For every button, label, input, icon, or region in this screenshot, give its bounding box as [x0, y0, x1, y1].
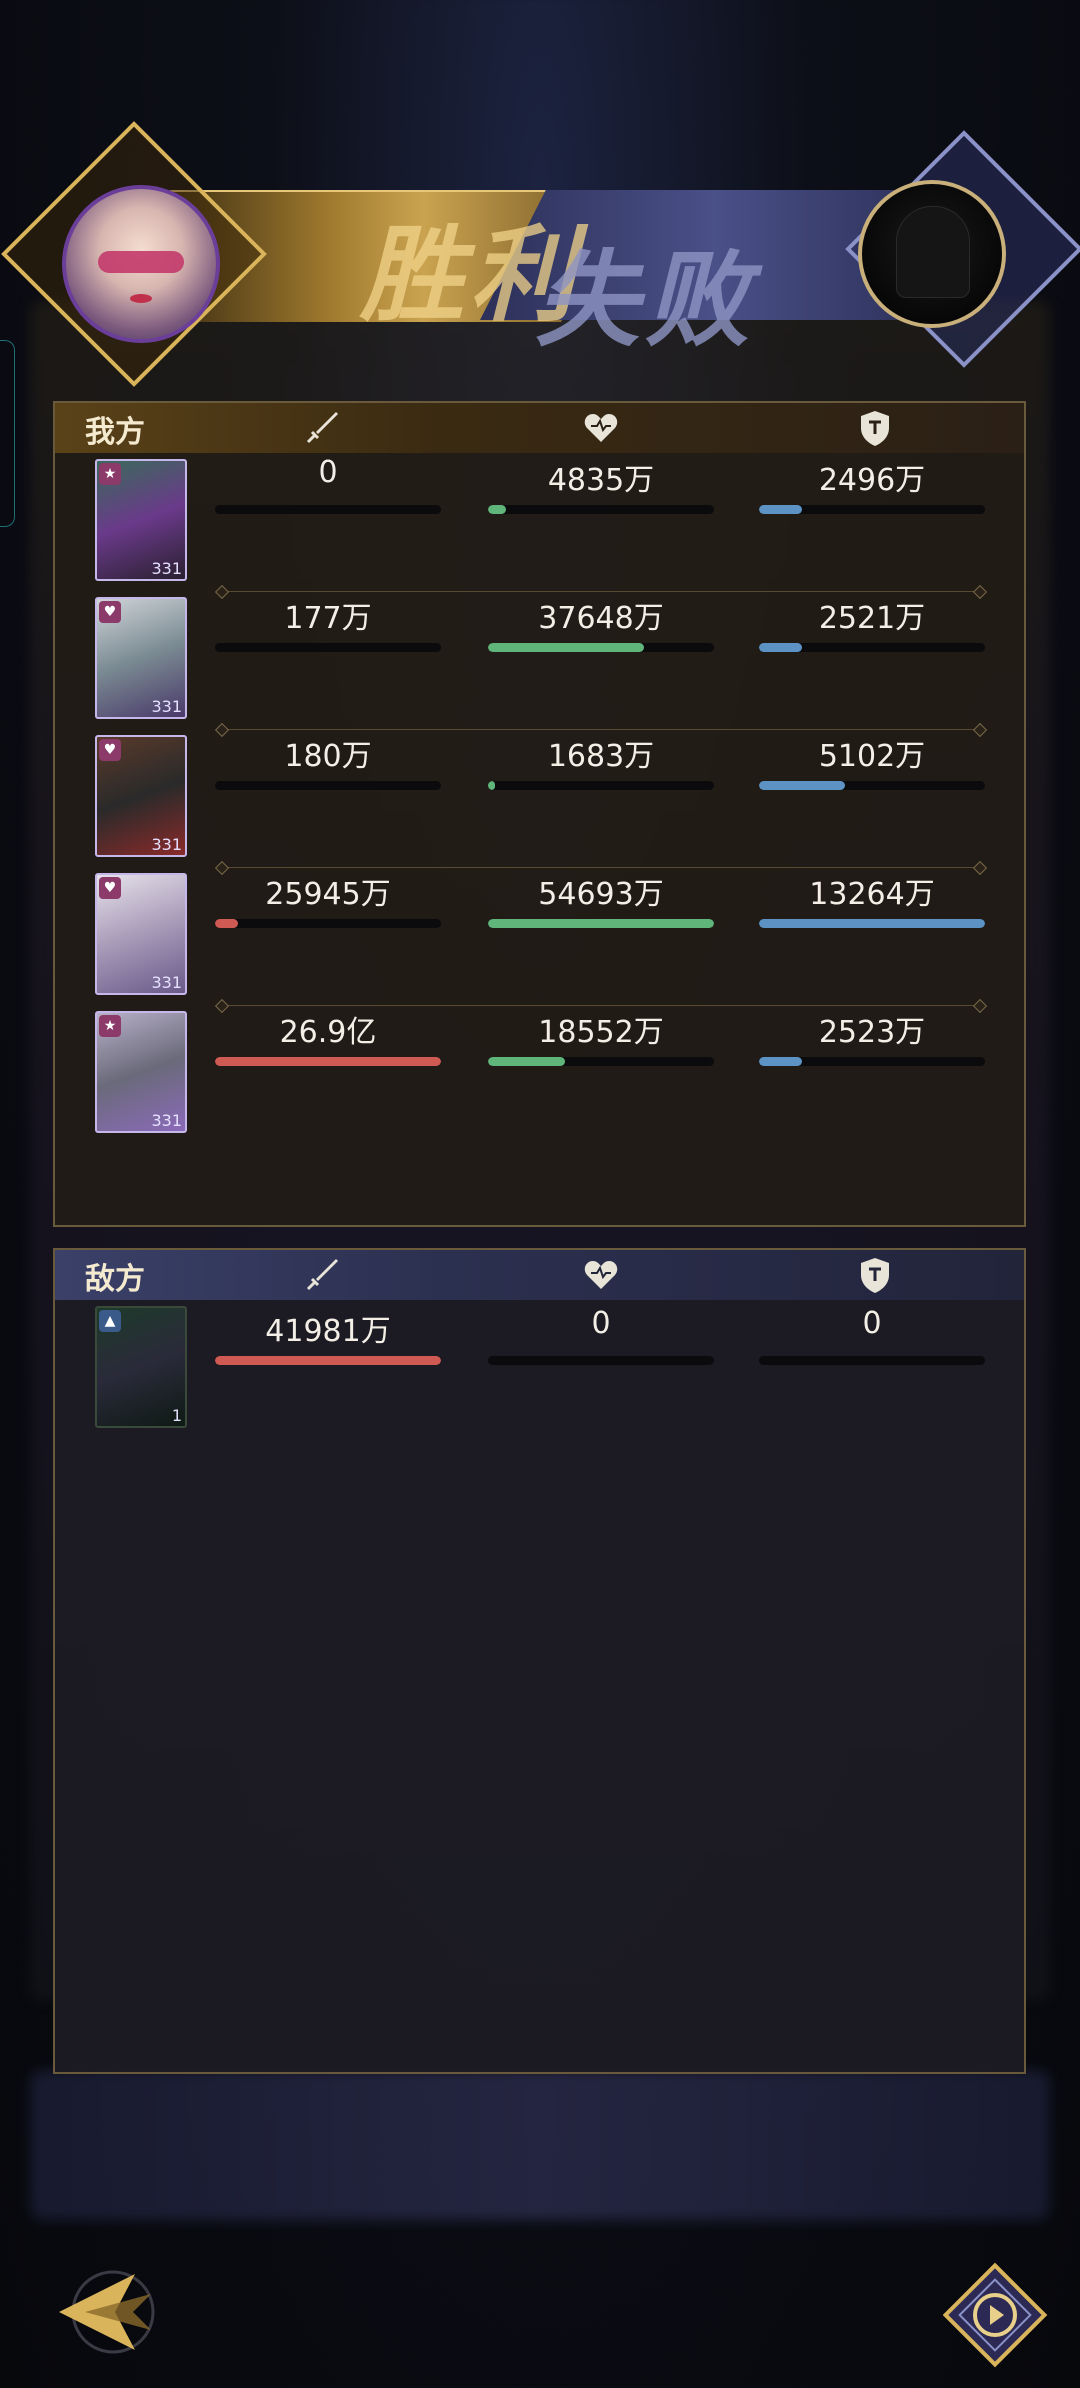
heart-icon [584, 414, 618, 442]
defense-value: 13264万 [809, 877, 935, 912]
health-bar [488, 1356, 714, 1365]
defeat-text: 失败 [535, 238, 756, 361]
health-bar [488, 1057, 714, 1066]
bar-fill [488, 781, 495, 790]
health-value: 4835万 [547, 463, 655, 498]
defense-bar [759, 919, 985, 928]
rank-icon: ▲ [99, 1310, 121, 1332]
ally-stats-panel: 我方 ★ 331 0 4835万 2496万 ♥ 331 177万 37648万… [53, 401, 1026, 1227]
star-icon: ★ [99, 1015, 121, 1037]
hero-level: 331 [151, 559, 182, 578]
defense-value: 2521万 [818, 601, 926, 636]
attack-value: 177万 [284, 601, 372, 636]
enemy-row[interactable]: ▲ 1 41981万 0 0 [55, 1302, 1024, 1432]
health-bar [488, 505, 714, 514]
ally-title: 我方 [85, 415, 145, 450]
heart-badge-icon: ♥ [99, 739, 121, 761]
hero-card[interactable]: ★ 331 [95, 1011, 187, 1133]
hero-card[interactable]: ★ 331 [95, 459, 187, 581]
replay-icon[interactable] [940, 2260, 1050, 2370]
result-banner: 胜利 失败 [1, 121, 1080, 387]
enemy-level: 1 [171, 1406, 182, 1425]
defense-bar [759, 643, 985, 652]
hero-level: 331 [151, 697, 182, 716]
sword-icon [306, 1259, 338, 1291]
attack-bar [215, 1356, 441, 1365]
health-value: 1683万 [547, 739, 655, 774]
bar-fill [488, 505, 507, 514]
hero-level: 331 [151, 1111, 182, 1130]
health-value: 37648万 [538, 601, 664, 636]
ally-row[interactable]: ★ 331 0 4835万 2496万 [55, 455, 1024, 585]
defense-value: 2496万 [818, 463, 926, 498]
blurred-player-strip [30, 2070, 1050, 2220]
bar-fill [759, 505, 802, 514]
ally-panel-header: 我方 [55, 403, 1024, 453]
attack-value: 41981万 [265, 1314, 391, 1349]
bar-fill [488, 919, 714, 928]
shield-icon [861, 1258, 889, 1293]
attack-bar [215, 643, 441, 652]
defense-value: 5102万 [818, 739, 926, 774]
attack-value: 180万 [284, 739, 372, 774]
health-bar [488, 781, 714, 790]
back-arrow-icon[interactable] [55, 2262, 165, 2362]
shield-icon [861, 411, 889, 446]
hero-card[interactable]: ♥ 331 [95, 735, 187, 857]
heart-badge-icon: ♥ [99, 877, 121, 899]
attack-bar [215, 505, 441, 514]
bar-fill [488, 643, 644, 652]
defense-bar [759, 1356, 985, 1365]
hero-level: 331 [151, 835, 182, 854]
defense-value: 0 [862, 1306, 882, 1341]
attack-value: 26.9亿 [279, 1015, 377, 1050]
bar-fill [215, 1057, 441, 1066]
attack-bar [215, 919, 441, 928]
attack-bar [215, 1057, 441, 1066]
health-bar [488, 919, 714, 928]
defense-bar [759, 1057, 985, 1066]
ally-row[interactable]: ♥ 331 25945万 54693万 13264万 [55, 869, 1024, 999]
health-value: 18552万 [538, 1015, 664, 1050]
hero-level: 331 [151, 973, 182, 992]
ally-row[interactable]: ♥ 331 177万 37648万 2521万 [55, 593, 1024, 723]
enemy-panel-header: 敌方 [55, 1250, 1024, 1300]
ally-row[interactable]: ♥ 331 180万 1683万 5102万 [55, 731, 1024, 861]
defense-value: 2523万 [818, 1015, 926, 1050]
row-divider [221, 729, 981, 730]
bar-fill [759, 919, 985, 928]
star-icon: ★ [99, 463, 121, 485]
ally-row[interactable]: ★ 331 26.9亿 18552万 2523万 [55, 1007, 1024, 1137]
bar-fill [759, 1057, 802, 1066]
defense-bar [759, 781, 985, 790]
enemy-stats-panel: 敌方 ▲ 1 41981万 0 0 [53, 1248, 1026, 2074]
heart-icon [584, 1261, 618, 1289]
attack-bar [215, 781, 441, 790]
bar-fill [759, 643, 802, 652]
sword-icon [306, 412, 338, 444]
hero-card[interactable]: ♥ 331 [95, 873, 187, 995]
defense-bar [759, 505, 985, 514]
row-divider [221, 1005, 981, 1006]
enemy-title: 敌方 [85, 1262, 145, 1297]
player-avatar[interactable] [62, 185, 220, 343]
attack-value: 0 [318, 455, 338, 490]
bar-fill [215, 1356, 441, 1365]
attack-value: 25945万 [265, 877, 391, 912]
row-divider [221, 591, 981, 592]
side-tab-edge [0, 340, 15, 527]
health-value: 54693万 [538, 877, 664, 912]
enemy-card[interactable]: ▲ 1 [95, 1306, 187, 1428]
opponent-avatar[interactable] [858, 180, 1006, 328]
health-bar [488, 643, 714, 652]
health-value: 0 [591, 1306, 611, 1341]
row-divider [221, 867, 981, 868]
heart-badge-icon: ♥ [99, 601, 121, 623]
bar-fill [215, 919, 238, 928]
hero-card[interactable]: ♥ 331 [95, 597, 187, 719]
bar-fill [759, 781, 845, 790]
bar-fill [488, 1057, 565, 1066]
